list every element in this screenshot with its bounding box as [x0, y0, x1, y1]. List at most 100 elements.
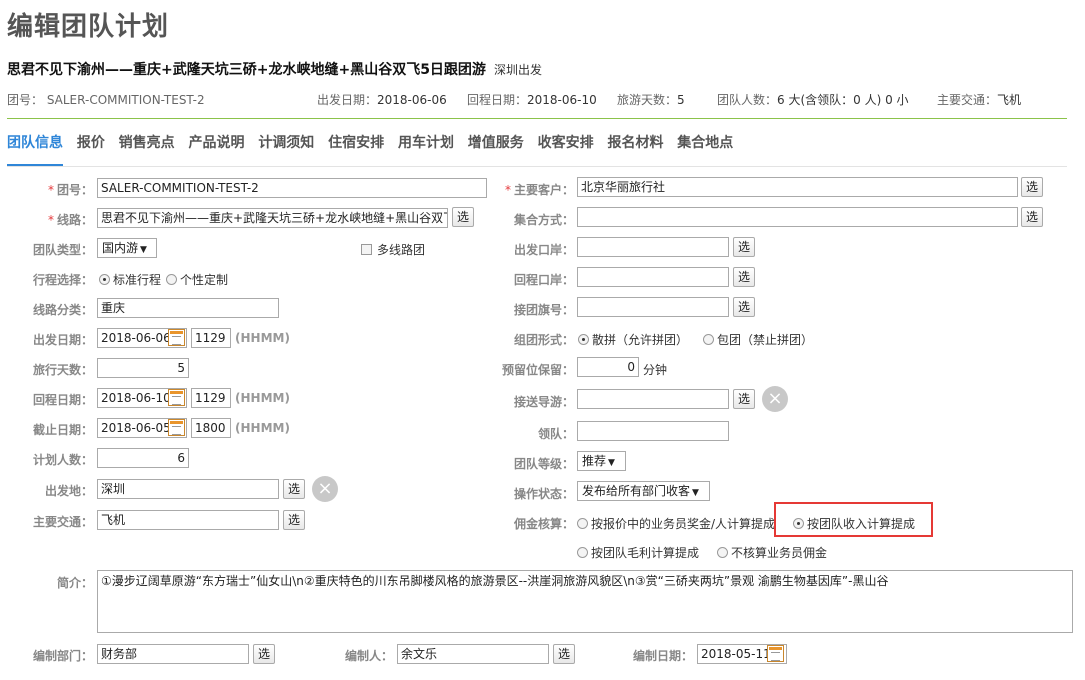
- commission-opt-quote-radio[interactable]: 按报价中的业务员奖金/人计算提成: [577, 515, 775, 532]
- tab-product-desc[interactable]: 产品说明: [188, 132, 244, 166]
- customer-input[interactable]: 北京华丽旅行社: [577, 177, 1018, 197]
- dept-label: 编制部门：: [32, 649, 93, 663]
- calendar-icon[interactable]: [168, 329, 185, 346]
- team-no-label: * 团号：: [47, 183, 93, 197]
- return-port-select-button[interactable]: 选: [733, 267, 755, 287]
- depart-port-select-button[interactable]: 选: [733, 237, 755, 257]
- info-days: 旅游天数：5: [617, 91, 685, 108]
- op-status-select[interactable]: 发布给所有部门收客 ▼: [577, 481, 710, 501]
- team-level-select[interactable]: 推荐 ▼: [577, 451, 626, 471]
- group-form-mixed-label: 散拼（允许拼团）: [592, 333, 689, 347]
- make-date-label: 编制日期：: [632, 649, 693, 663]
- tab-lodging[interactable]: 住宿安排: [328, 132, 384, 166]
- calendar-icon[interactable]: [168, 389, 185, 406]
- return-port-input[interactable]: [577, 267, 729, 287]
- tab-underline: [7, 166, 1067, 167]
- origin-select-button[interactable]: 选: [283, 479, 305, 499]
- route-select-button[interactable]: 选: [452, 207, 474, 227]
- radio-unchecked-icon: [717, 547, 728, 558]
- return-time-hint: (HHMM): [235, 391, 290, 405]
- checkbox-icon: [361, 244, 372, 255]
- plan-people-label: 计划人数：: [32, 453, 93, 467]
- gather-label: 集合方式：: [513, 213, 574, 227]
- customer-select-button[interactable]: 选: [1021, 177, 1043, 197]
- commission-opt-income-radio[interactable]: 按团队收入计算提成: [793, 515, 915, 532]
- guide-label: 接送导游：: [513, 395, 574, 409]
- info-transport-label: 主要交通：: [937, 93, 998, 107]
- depart-time-hint: (HHMM): [235, 331, 290, 345]
- leader-input[interactable]: [577, 421, 729, 441]
- multi-route-checkbox[interactable]: 多线路团: [361, 241, 425, 258]
- travel-days-input[interactable]: 5: [97, 358, 189, 378]
- gather-select-button[interactable]: 选: [1021, 207, 1043, 227]
- tab-value-added[interactable]: 增值服务: [468, 132, 524, 166]
- multi-route-label: 多线路团: [377, 243, 426, 257]
- group-form-private-radio[interactable]: 包团（禁止拼团）: [703, 331, 813, 348]
- info-depart-date-value: 2018-06-06: [377, 93, 447, 107]
- plan-people-input[interactable]: 6: [97, 448, 189, 468]
- depart-time-input[interactable]: 1129: [191, 328, 231, 348]
- radio-unchecked-icon: [577, 518, 588, 529]
- guide-select-button[interactable]: 选: [733, 389, 755, 409]
- leader-label: 领队：: [537, 427, 574, 441]
- guide-input[interactable]: [577, 389, 729, 409]
- tab-signup-materials[interactable]: 报名材料: [607, 132, 663, 166]
- deadline-time-input[interactable]: 1800: [191, 418, 231, 438]
- radio-checked-icon: [793, 518, 804, 529]
- info-return-date-label: 回程日期：: [467, 93, 528, 107]
- calendar-icon[interactable]: [767, 645, 784, 662]
- author-input[interactable]: 余文乐: [397, 644, 549, 664]
- dropdown-caret-icon: ▼: [608, 458, 615, 468]
- group-form-mixed-radio[interactable]: 散拼（允许拼团）: [578, 331, 688, 348]
- team-no-input[interactable]: SALER-COMMITION-TEST-2: [97, 178, 487, 198]
- intro-label: 简介：: [56, 576, 93, 590]
- flag-input[interactable]: [577, 297, 729, 317]
- depart-date-label: 出发日期：: [32, 333, 93, 347]
- commission-opt-none-radio[interactable]: 不核算业务员佣金: [717, 544, 827, 561]
- customer-label: * 主要客户：: [504, 183, 574, 197]
- gather-input[interactable]: [577, 207, 1018, 227]
- intro-textarea[interactable]: ①漫步辽阔草原游“东方瑞士”仙女山\n②重庆特色的川东吊脚楼风格的旅游景区--洪…: [97, 570, 1073, 633]
- main-transport-input[interactable]: 飞机: [97, 510, 279, 530]
- route-category-input[interactable]: 重庆: [97, 298, 279, 318]
- commission-opt-none-label: 不核算业务员佣金: [731, 546, 828, 560]
- team-type-select[interactable]: 国内游 ▼: [97, 238, 157, 258]
- team-level-value: 推荐: [582, 454, 607, 468]
- tab-highlights[interactable]: 销售亮点: [119, 132, 175, 166]
- depart-port-label: 出发口岸：: [513, 243, 574, 257]
- dept-select-button[interactable]: 选: [253, 644, 275, 664]
- tab-vehicle-plan[interactable]: 用车计划: [398, 132, 454, 166]
- tab-ops-notes[interactable]: 计调须知: [258, 132, 314, 166]
- reserve-input[interactable]: 0: [577, 357, 639, 377]
- guide-clear-icon[interactable]: ×: [762, 386, 788, 412]
- header-divider: [7, 118, 1067, 119]
- route-input[interactable]: 思君不见下渝州——重庆+武隆天坑三硚+龙水峡地缝+黑山谷双飞: [97, 208, 448, 228]
- info-days-label: 旅游天数：: [617, 93, 678, 107]
- calendar-icon[interactable]: [168, 419, 185, 436]
- tab-meeting-point[interactable]: 集合地点: [677, 132, 733, 166]
- itinerary-custom-radio[interactable]: 个性定制: [166, 271, 228, 288]
- group-form-label: 组团形式：: [513, 333, 574, 347]
- flag-select-button[interactable]: 选: [733, 297, 755, 317]
- info-people-label: 团队人数：: [717, 93, 778, 107]
- depart-port-input[interactable]: [577, 237, 729, 257]
- info-transport: 主要交通：飞机: [937, 91, 1021, 108]
- commission-opt-profit-radio[interactable]: 按团队毛利计算提成: [577, 544, 699, 561]
- tab-customer-arrangement[interactable]: 收客安排: [538, 132, 594, 166]
- radio-unchecked-icon: [577, 547, 588, 558]
- itinerary-custom-label: 个性定制: [180, 273, 229, 287]
- origin-clear-icon[interactable]: ×: [312, 476, 338, 502]
- origin-input[interactable]: 深圳: [97, 479, 279, 499]
- radio-unchecked-icon: [703, 334, 714, 345]
- main-transport-select-button[interactable]: 选: [283, 510, 305, 530]
- itinerary-standard-radio[interactable]: 标准行程: [99, 271, 161, 288]
- author-select-button[interactable]: 选: [553, 644, 575, 664]
- flag-label: 接团旗号：: [513, 303, 574, 317]
- travel-days-label: 旅行天数：: [32, 363, 93, 377]
- dept-input[interactable]: 财务部: [97, 644, 249, 664]
- tab-quote[interactable]: 报价: [77, 132, 105, 166]
- route-title: 思君不见下渝州——重庆+武隆天坑三硚+龙水峡地缝+黑山谷双飞5日跟团游 深圳出发: [7, 59, 542, 79]
- commission-opt-quote-label: 按报价中的业务员奖金/人计算提成: [591, 517, 776, 531]
- return-time-input[interactable]: 1129: [191, 388, 231, 408]
- tab-team-info[interactable]: 团队信息: [7, 132, 63, 166]
